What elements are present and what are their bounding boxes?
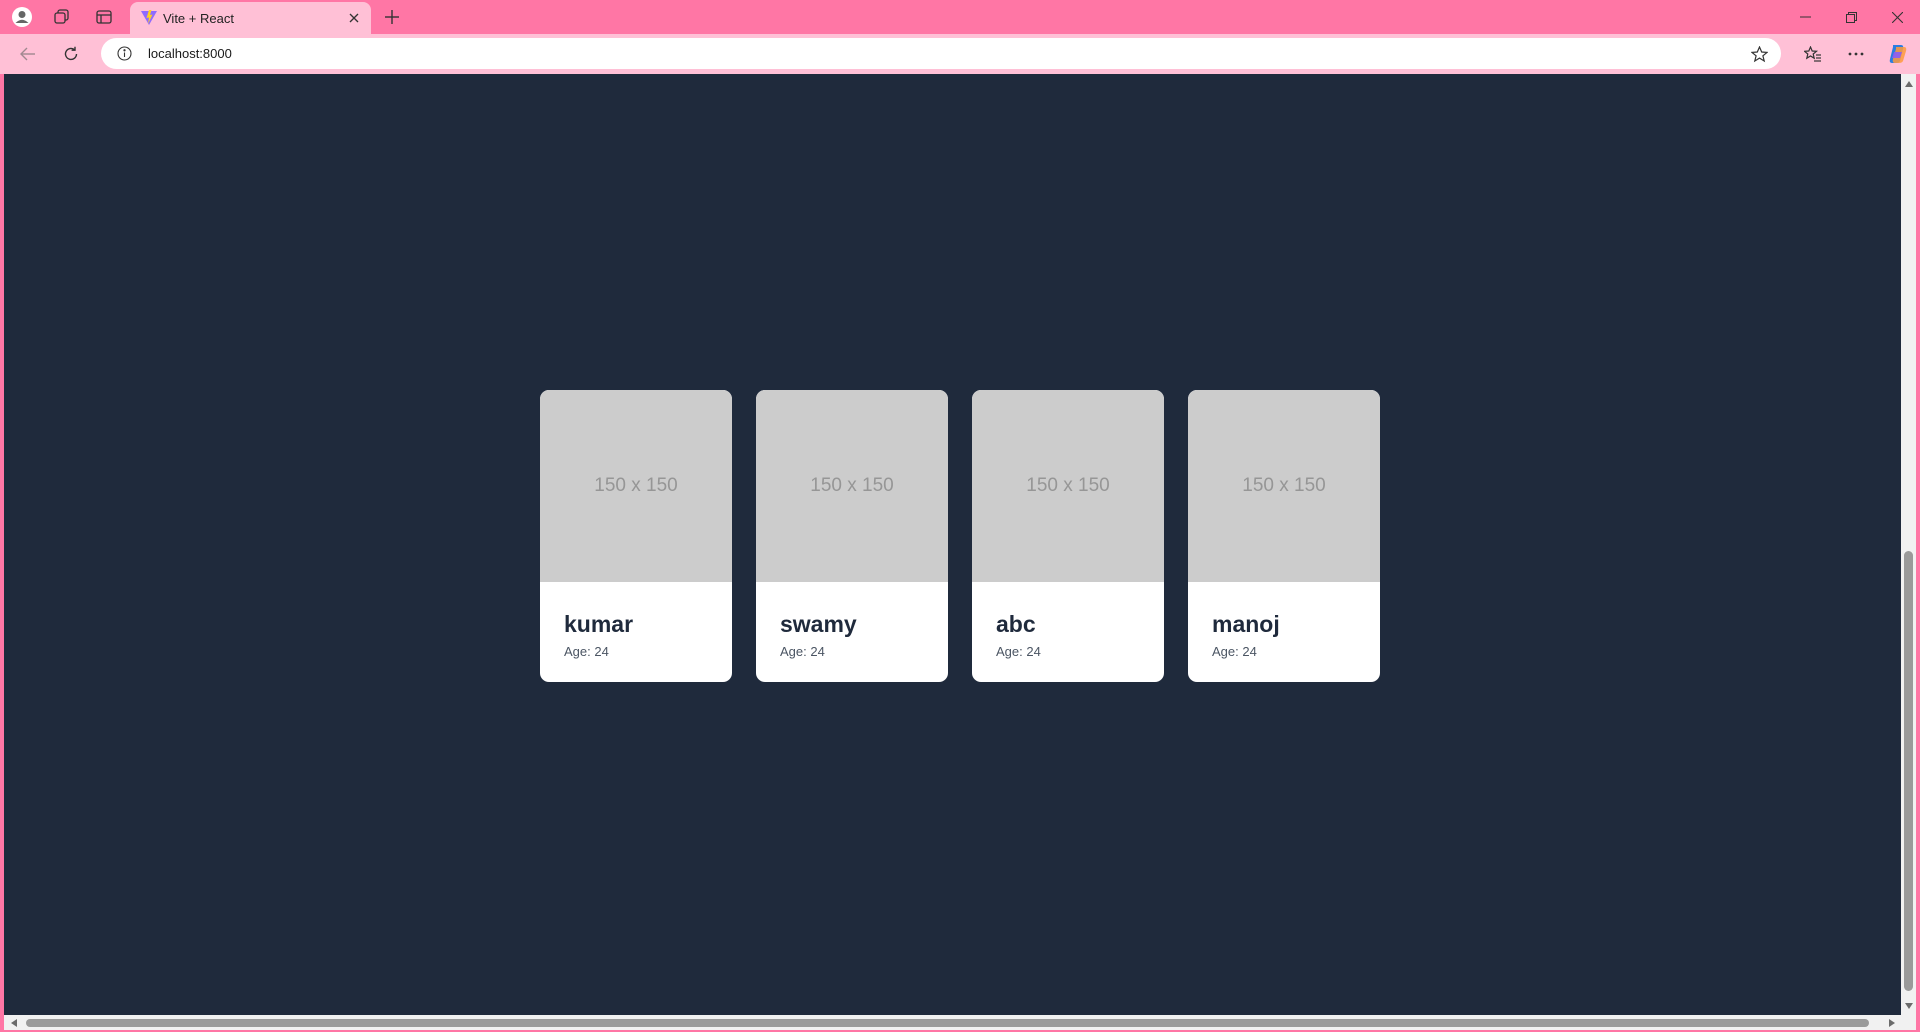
card-name: swamy <box>780 611 857 637</box>
address-bar[interactable]: localhost:8000 <box>101 38 1781 69</box>
card-image-placeholder: 150 x 150 <box>972 390 1164 582</box>
scrollbar-corner <box>1901 1015 1916 1030</box>
horizontal-scrollbar[interactable] <box>4 1015 1901 1030</box>
vertical-scroll-thumb[interactable] <box>1904 551 1913 991</box>
close-tab-icon[interactable] <box>345 9 363 27</box>
tab-title: Vite + React <box>163 11 234 26</box>
card-image-placeholder: 150 x 150 <box>1188 390 1380 582</box>
close-window-icon[interactable] <box>1874 0 1920 34</box>
favorites-icon[interactable] <box>1797 39 1829 69</box>
profile-icon[interactable] <box>8 4 36 30</box>
horizontal-scroll-thumb[interactable] <box>26 1019 1869 1027</box>
browser-toolbar: localhost:8000 <box>0 34 1920 74</box>
scroll-up-arrow-icon[interactable] <box>1901 76 1916 91</box>
refresh-icon[interactable] <box>55 39 87 69</box>
profile-card: 150 x 150 manoj Age: 24 <box>1188 390 1380 682</box>
more-options-icon[interactable] <box>1840 39 1872 69</box>
card-age: Age: 24 <box>1212 644 1257 659</box>
scroll-down-arrow-icon[interactable] <box>1901 998 1916 1013</box>
restore-icon[interactable] <box>1828 0 1874 34</box>
tab-active[interactable]: Vite + React <box>130 2 371 34</box>
vertical-scrollbar[interactable] <box>1901 74 1916 1015</box>
favorite-star-icon[interactable] <box>1749 44 1769 64</box>
tab-actions-icon[interactable] <box>90 4 118 30</box>
scroll-right-arrow-icon[interactable] <box>1884 1015 1899 1030</box>
card-name: abc <box>996 611 1036 637</box>
minimize-icon[interactable] <box>1782 0 1828 34</box>
site-info-icon[interactable] <box>116 45 133 62</box>
card-age: Age: 24 <box>780 644 825 659</box>
card-image-placeholder: 150 x 150 <box>540 390 732 582</box>
page-viewport: 150 x 150 kumar Age: 24 150 x 150 swamy … <box>4 74 1901 1015</box>
back-icon[interactable] <box>12 39 44 69</box>
profile-card: 150 x 150 kumar Age: 24 <box>540 390 732 682</box>
profile-card: 150 x 150 swamy Age: 24 <box>756 390 948 682</box>
card-age: Age: 24 <box>996 644 1041 659</box>
collections-icon[interactable] <box>48 4 76 30</box>
profile-card: 150 x 150 abc Age: 24 <box>972 390 1164 682</box>
scroll-left-arrow-icon[interactable] <box>6 1015 21 1030</box>
card-name: kumar <box>564 611 634 637</box>
new-tab-icon[interactable] <box>378 4 406 30</box>
vite-favicon-icon <box>141 10 157 25</box>
card-image-placeholder: 150 x 150 <box>756 390 948 582</box>
tab-bar: Vite + React <box>0 0 1920 34</box>
card-age: Age: 24 <box>564 644 609 659</box>
browser-window: Vite + React localhost:8000 150 x 150 ku… <box>0 0 1920 1032</box>
url-text: localhost:8000 <box>148 46 232 61</box>
copilot-icon[interactable] <box>1882 39 1914 69</box>
card-name: manoj <box>1212 611 1280 637</box>
card-list: 150 x 150 kumar Age: 24 150 x 150 swamy … <box>540 390 1380 682</box>
